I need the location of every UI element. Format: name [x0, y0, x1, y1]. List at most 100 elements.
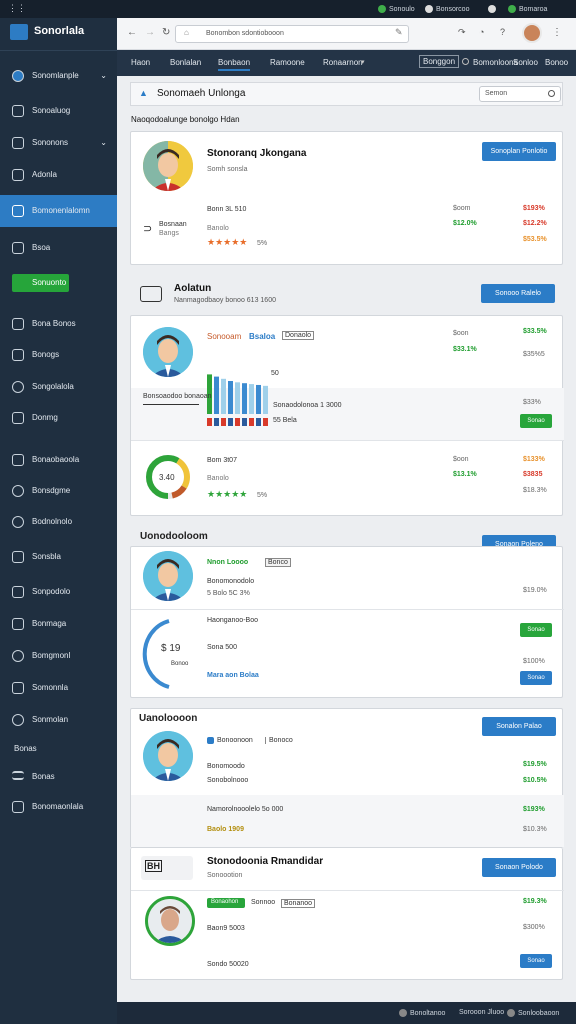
home-icon[interactable]: ⌂ [184, 28, 189, 37]
primary-action-button[interactable]: Sonaon Polodo [482, 858, 556, 877]
bar-base [228, 418, 233, 426]
tag: Donaolo [282, 331, 315, 340]
dashboard-icon [12, 205, 24, 217]
search-icon[interactable] [462, 58, 469, 65]
info-icon [399, 1009, 407, 1017]
link-text[interactable]: Mara aon Bolaa [207, 672, 259, 679]
footer-item[interactable]: Bonoltanoo [399, 1009, 445, 1017]
sidebar-item-3[interactable]: Adonla [0, 161, 117, 189]
bar-base [214, 418, 219, 426]
sidebar-item-7[interactable]: Bona Bonos [0, 310, 117, 338]
stat-sub: Sondo 50020 [207, 961, 249, 968]
row-band [131, 795, 564, 847]
sidebar-item-8[interactable]: Bonogs [0, 341, 117, 369]
sidebar-item-2[interactable]: Sononons ⌄ [0, 129, 117, 157]
address-text: Bonombon sdontiobooon [206, 30, 284, 37]
tag: Bonoco [265, 737, 293, 744]
topbar-item-4[interactable]: Bomaroa [508, 5, 547, 13]
sidebar-item-14[interactable]: Sonsbla [0, 543, 117, 571]
chevron-down-icon[interactable]: ▾ [361, 58, 365, 66]
avatar[interactable] [522, 23, 542, 43]
profile-name: Sonooam [207, 332, 242, 341]
sidebar-item-0[interactable]: Sonomlanple ⌄ [0, 62, 117, 90]
help-icon[interactable]: ? [500, 27, 505, 37]
person-portrait-icon [148, 899, 192, 943]
sidebar-item-21[interactable]: Bonas [0, 763, 117, 791]
back-icon[interactable]: ← [127, 27, 137, 38]
gauge-label: Bonoo [171, 661, 189, 667]
avatar [145, 896, 195, 946]
topbar-item-1[interactable]: Sonoulo [378, 5, 415, 13]
rating-stars: ★★★★★ [207, 237, 248, 247]
status-badge: Bonaohon [207, 898, 245, 908]
sidebar-item-13[interactable]: Bodnolnolo [0, 508, 117, 536]
sidebar-item-19[interactable]: Sonmolan [0, 706, 117, 734]
sidebar-item-16[interactable]: Bonmaga [0, 610, 117, 638]
stat-label: Bonomoodo [207, 763, 245, 770]
search-input[interactable]: Semon [479, 86, 561, 102]
sidebar-item-20[interactable]: Bonas [0, 735, 117, 763]
profile-card-5: BH Stonodoonia Rmandidar Sonoootion Sona… [130, 848, 564, 980]
sidebar-item-9[interactable]: Songolalola [0, 373, 117, 401]
tab-0[interactable]: Haon [131, 58, 150, 67]
people-icon [12, 714, 24, 726]
footer-item[interactable]: Sorooon Jluoo [459, 1009, 504, 1016]
sidebar-item-active[interactable]: Bomonenlalomn [0, 195, 117, 227]
sidebar-item-17[interactable]: Bomgmonl [0, 642, 117, 670]
price-value: $33% [523, 399, 541, 406]
sidebar-item-15[interactable]: Sonpodolo [0, 578, 117, 606]
more-icon[interactable]: ⋮ [552, 27, 562, 38]
history-icon[interactable]: ◔ [479, 27, 484, 37]
confirm-button[interactable]: Sonao [520, 414, 552, 428]
primary-action-button[interactable]: Sonoplan Ponlotio [482, 142, 556, 161]
tab-6[interactable]: Bomonloona [473, 58, 518, 67]
edit-icon [12, 454, 24, 466]
sidebar-item-label: Sononons [32, 138, 69, 147]
tab-bar: Haon Bonlalan Bonbaon Ramoone Ronaarnon … [117, 50, 576, 76]
sidebar-action-button[interactable]: Sonuonto [12, 274, 69, 292]
person-portrait-icon [143, 327, 193, 377]
reload-icon[interactable]: ↻ [162, 27, 170, 38]
sidebar-item-18[interactable]: Somonnla [0, 674, 117, 702]
tag: Bonanoo [281, 899, 316, 908]
triangle-icon [12, 137, 24, 149]
pin-icon[interactable]: ✎ [395, 27, 403, 38]
search-icon[interactable] [548, 90, 555, 97]
stat-sub: 5 Bolo 5C 3% [207, 590, 250, 597]
primary-action-button[interactable]: Sonalon Palao [482, 717, 556, 736]
profile-card-2: Sonooam Bsaloa Donaolo $oon $33.5% $33.1… [130, 315, 564, 516]
tab-5[interactable]: Bonggon [419, 55, 460, 68]
sidebar-item-22[interactable]: Bonomaonlala [0, 793, 117, 821]
brand-logo: BH [145, 860, 162, 872]
tab-8[interactable]: Bonoo [545, 58, 568, 67]
stat-sub: Banolo [207, 475, 229, 482]
grid-icon[interactable]: ⋮⋮ [8, 3, 26, 14]
gauge-value: $ 19 [161, 643, 181, 654]
price-value: $19.0% [523, 587, 547, 594]
address-bar[interactable]: Bonombon sdontiobooon [175, 25, 409, 43]
topbar-item-3[interactable] [488, 5, 499, 13]
sidebar-item-1[interactable]: Sonoaluog [0, 97, 117, 125]
tab-4[interactable]: Ronaarnon [323, 58, 363, 67]
sidebar-item-5[interactable]: Bsoa [0, 234, 117, 262]
forward-icon[interactable]: → [145, 27, 155, 38]
confirm-button[interactable]: Sonao [520, 623, 552, 637]
topbar-item-2[interactable]: Bonsorcoo [425, 5, 469, 13]
footer-item[interactable]: Sonloobaoon [507, 1009, 559, 1017]
price-value: $12.0% [453, 220, 477, 227]
tab-3[interactable]: Ramoone [270, 58, 305, 67]
tab-1[interactable]: Bonlalan [170, 58, 201, 67]
tab-7[interactable]: Sonloo [513, 58, 538, 67]
sidebar-item-11[interactable]: Bonaobaoola [0, 446, 117, 474]
profile-subtitle: Somh sonsla [207, 166, 248, 173]
sidebar-item-12[interactable]: Bonsdgme [0, 477, 117, 505]
sidebar-item-10[interactable]: Donmg [0, 404, 117, 432]
primary-action-button[interactable]: Sonooo Ralelo [481, 284, 555, 303]
view-button[interactable]: Sonao [520, 671, 552, 685]
share-icon[interactable]: ↷ [458, 27, 466, 38]
price-value: $33.1% [453, 346, 477, 353]
status-footer: Bonoltanoo Sorooon Jluoo Sonloobaoon [117, 1002, 576, 1024]
tab-2[interactable]: Bonbaon [218, 58, 251, 71]
folder-icon [12, 318, 24, 330]
view-button[interactable]: Sonao [520, 954, 552, 968]
